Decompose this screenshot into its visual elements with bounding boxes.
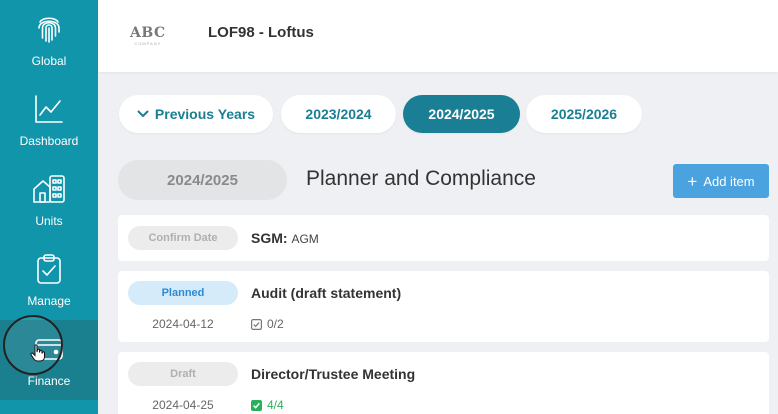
previous-years-button[interactable]: Previous Years bbox=[119, 95, 273, 133]
page-title: LOF98 - Loftus bbox=[208, 24, 314, 41]
nav-item-global[interactable]: Global bbox=[0, 0, 98, 80]
section-title: Planner and Compliance bbox=[306, 167, 536, 190]
nav-label-manage: Manage bbox=[27, 294, 71, 308]
clipboard-check-icon bbox=[32, 252, 66, 286]
fingerprint-icon bbox=[32, 12, 66, 46]
nav-item-manage[interactable]: Manage bbox=[0, 240, 98, 320]
list-item[interactable]: Draft Director/Trustee Meeting 2024-04-2… bbox=[118, 352, 769, 414]
chevron-down-icon bbox=[137, 110, 149, 118]
pointer-hand-icon bbox=[30, 344, 46, 367]
company-logo: ABC COMPANY bbox=[130, 25, 166, 46]
logo-text: ABC bbox=[130, 25, 166, 41]
item-title: SGM: AGM bbox=[251, 230, 319, 246]
status-badge[interactable]: Draft bbox=[128, 362, 238, 386]
tab-year-2024-2025[interactable]: 2024/2025 bbox=[403, 95, 520, 133]
tab-year-2025-2026[interactable]: 2025/2026 bbox=[526, 95, 642, 133]
add-item-button[interactable]: + Add item bbox=[673, 164, 769, 198]
nav-label-global: Global bbox=[31, 54, 67, 68]
plus-icon: + bbox=[687, 171, 698, 191]
item-subtitle: AGM bbox=[291, 232, 319, 246]
tab-label: 2025/2026 bbox=[550, 106, 618, 122]
checklist-progress: 0/2 bbox=[251, 317, 284, 331]
tab-year-2023-2024[interactable]: 2023/2024 bbox=[281, 95, 396, 133]
top-header: ABC COMPANY LOF98 - Loftus bbox=[98, 0, 778, 72]
status-badge[interactable]: Planned bbox=[128, 281, 238, 305]
item-title: Audit (draft statement) bbox=[251, 285, 402, 301]
nav-item-dashboard[interactable]: Dashboard bbox=[0, 80, 98, 160]
sidebar: Global Dashboard Units Manage Finance bbox=[0, 0, 98, 414]
nav-label-finance: Finance bbox=[27, 374, 71, 388]
status-badge[interactable]: Confirm Date bbox=[128, 226, 238, 250]
nav-item-units[interactable]: Units bbox=[0, 160, 98, 240]
chart-line-icon bbox=[32, 92, 66, 126]
item-title-text: SGM: bbox=[251, 230, 288, 246]
item-date: 2024-04-12 bbox=[152, 317, 214, 331]
checklist-progress: 4/4 bbox=[251, 398, 284, 412]
selected-year-badge: 2024/2025 bbox=[118, 160, 287, 200]
nav-item-finance[interactable]: Finance bbox=[0, 320, 98, 400]
add-item-label: Add item bbox=[703, 173, 755, 189]
previous-years-label: Previous Years bbox=[154, 106, 256, 122]
checkbox-icon bbox=[251, 318, 262, 330]
item-date: 2024-04-25 bbox=[152, 398, 214, 412]
building-icon bbox=[32, 172, 66, 206]
nav-label-dashboard: Dashboard bbox=[19, 134, 79, 148]
progress-text: 4/4 bbox=[267, 398, 284, 412]
list-item[interactable]: Confirm Date SGM: AGM bbox=[118, 215, 769, 261]
tab-label: 2024/2025 bbox=[428, 106, 495, 122]
nav-label-units: Units bbox=[35, 214, 63, 228]
tab-label: 2023/2024 bbox=[305, 106, 372, 122]
progress-text: 0/2 bbox=[267, 317, 284, 331]
checkbox-checked-icon bbox=[251, 399, 262, 411]
logo-subtext: COMPANY bbox=[134, 41, 162, 46]
list-item[interactable]: Planned Audit (draft statement) 2024-04-… bbox=[118, 271, 769, 342]
item-title: Director/Trustee Meeting bbox=[251, 366, 416, 382]
